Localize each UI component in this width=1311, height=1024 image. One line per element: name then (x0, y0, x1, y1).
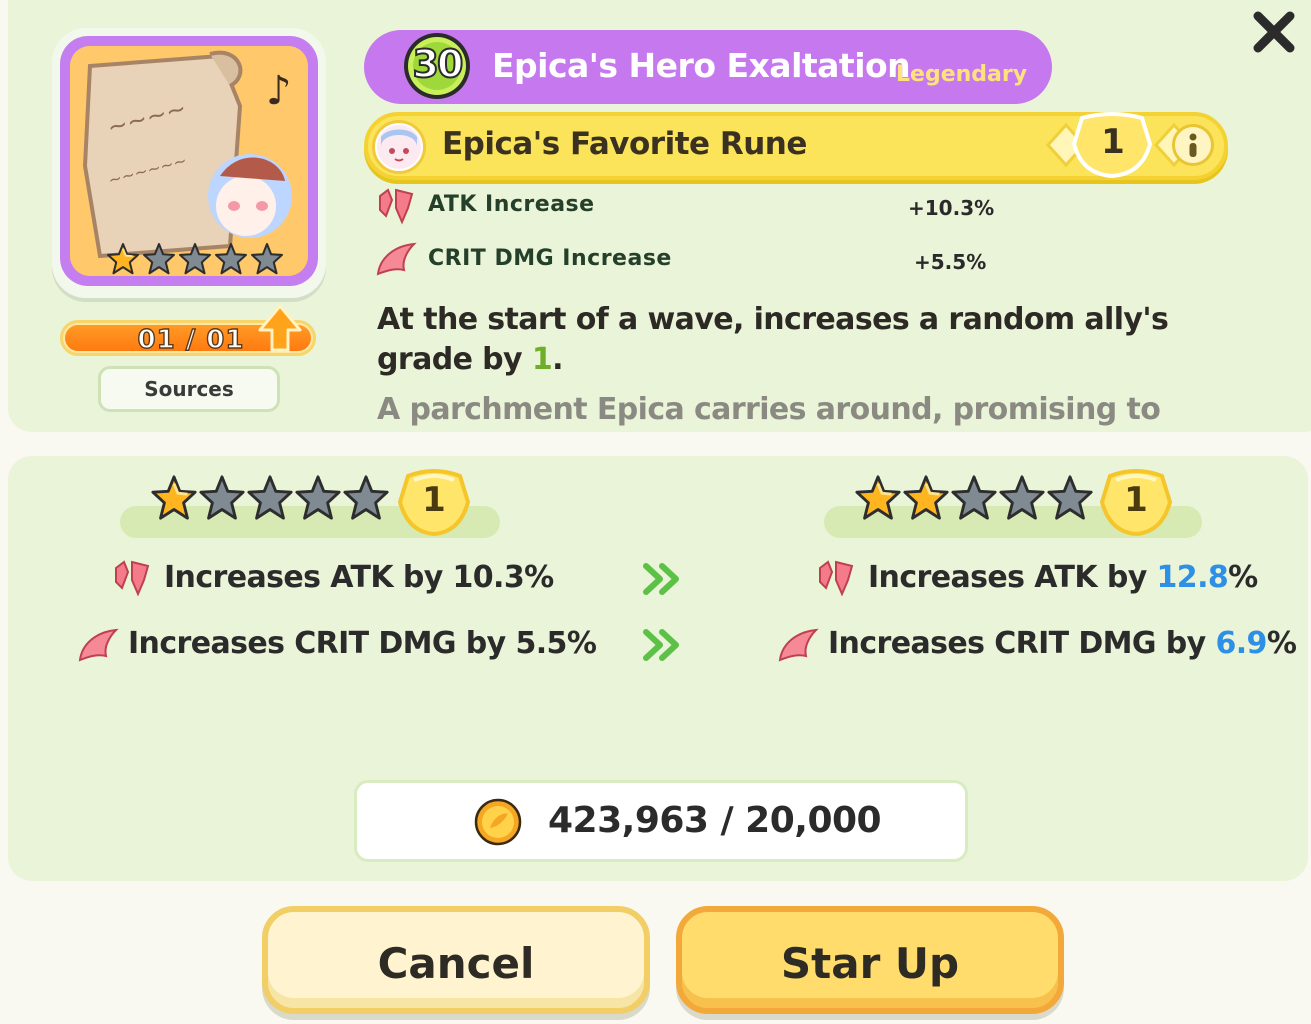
star-empty-icon (215, 243, 247, 275)
next-crit-prefix: Increases CRIT DMG by (828, 626, 1216, 661)
next-atk-prefix: Increases ATK by (868, 560, 1157, 595)
star-empty-icon (179, 243, 211, 275)
double-chevron-right-icon (643, 563, 679, 595)
star-up-button[interactable]: Star Up (676, 906, 1064, 1014)
star-empty-icon (1047, 475, 1093, 520)
star-empty-icon (343, 475, 389, 520)
crit-dmg-icon (78, 628, 119, 662)
next-atk-value: 12.8 (1156, 560, 1229, 595)
star-filled-icon (151, 475, 197, 520)
next-atk-text: Increases ATK by 12.8% (868, 560, 1258, 595)
info-icon (1189, 133, 1197, 157)
star-empty-icon (199, 475, 245, 520)
star-empty-icon (143, 243, 175, 275)
effect-text: At the start of a wave, increases a rand… (377, 302, 1169, 377)
upgrade-arrow-icon (258, 304, 302, 352)
stat-label: CRIT DMG Increase (428, 246, 672, 271)
rune-avatar-icon (372, 120, 426, 174)
sources-button[interactable]: Sources (98, 366, 280, 412)
next-crit-text: Increases CRIT DMG by 6.9% (828, 626, 1297, 661)
crit-dmg-icon (376, 242, 417, 276)
current-grade: 1 (422, 480, 446, 520)
rune-name: Epica's Favorite Rune (442, 126, 807, 162)
star-filled-icon (903, 475, 949, 520)
stat-value: +10.3% (908, 196, 995, 220)
svg-text:♪: ♪ (266, 68, 292, 114)
current-atk-text: Increases ATK by 10.3% (164, 560, 554, 595)
effect-description: At the start of a wave, increases a rand… (377, 300, 1177, 380)
next-crit-suffix: % (1266, 626, 1297, 661)
next-star-rating (854, 474, 1094, 522)
rarity-label: Legendary (896, 62, 1028, 87)
rune-count: 1 (1101, 122, 1125, 162)
atk-wing-icon (819, 560, 854, 597)
next-grade: 1 (1124, 480, 1148, 520)
star-filled-icon (107, 243, 139, 275)
flavor-text: A parchment Epica carries around, promis… (377, 392, 1161, 427)
stat-row-crit-dmg: CRIT DMG Increase +5.5% (374, 240, 994, 280)
stat-value: +5.5% (914, 250, 987, 274)
star-empty-icon (295, 475, 341, 520)
info-button[interactable] (1172, 124, 1214, 166)
current-crit-text: Increases CRIT DMG by 5.5% (128, 626, 597, 661)
star-empty-icon (999, 475, 1045, 520)
cancel-button[interactable]: Cancel (262, 906, 650, 1014)
level-number: 30 (412, 41, 465, 87)
double-chevron-right-icon (643, 629, 679, 661)
atk-wing-icon (115, 560, 150, 597)
effect-suffix: . (552, 342, 563, 377)
cost-text: 423,963 / 20,000 (548, 800, 882, 841)
stat-label: ATK Increase (428, 192, 595, 217)
star-empty-icon (247, 475, 293, 520)
star-filled-icon (855, 475, 901, 520)
next-atk-suffix: % (1228, 560, 1258, 595)
current-star-rating (150, 474, 390, 522)
close-x-icon[interactable] (1250, 8, 1298, 56)
effect-value: 1 (531, 342, 553, 377)
star-empty-icon (951, 475, 997, 520)
item-card: ~~~~ ~~~~~~ ♪ (52, 28, 326, 298)
atk-wing-icon (379, 188, 414, 225)
gold-coin-icon (474, 798, 522, 846)
crit-dmg-icon (778, 628, 819, 662)
star-empty-icon (251, 243, 283, 275)
stat-row-atk: ATK Increase +10.3% (374, 186, 994, 226)
next-crit-value: 6.9 (1215, 626, 1267, 661)
card-star-rating (106, 242, 284, 276)
item-title: Epica's Hero Exaltation (492, 46, 911, 85)
